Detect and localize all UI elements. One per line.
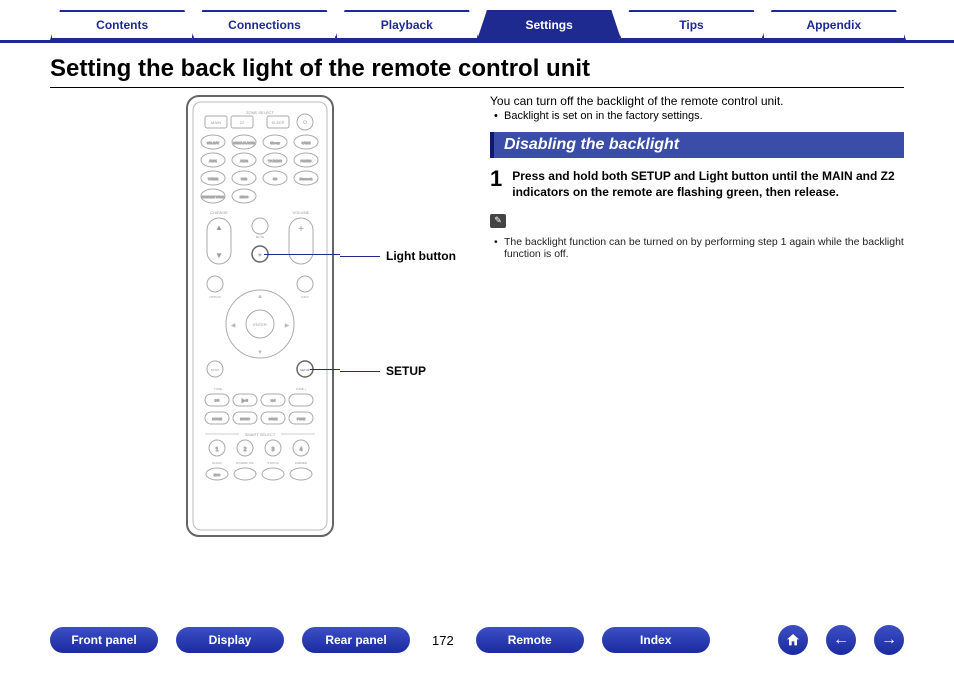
svg-text:HEOS: HEOS bbox=[240, 195, 249, 199]
page-title: Setting the back light of the remote con… bbox=[50, 43, 904, 88]
page-number: 172 bbox=[428, 633, 458, 648]
svg-text:+: + bbox=[298, 224, 304, 235]
svg-text:▲: ▲ bbox=[215, 223, 223, 232]
note-bullet: The backlight function can be turned on … bbox=[490, 236, 904, 260]
svg-text:AUX2: AUX2 bbox=[240, 159, 248, 163]
svg-text:▲: ▲ bbox=[257, 294, 263, 300]
home-button[interactable] bbox=[778, 625, 808, 655]
link-front-panel[interactable]: Front panel bbox=[50, 627, 158, 653]
svg-text:SMART SELECT: SMART SELECT bbox=[245, 432, 276, 437]
remote-diagram: ZONE SELECT MAIN Z2 SLEEP ⏻ CBL/SAT MEDI… bbox=[185, 94, 335, 539]
svg-text:GAME: GAME bbox=[269, 417, 278, 421]
svg-text:MEDIA PLAYER: MEDIA PLAYER bbox=[233, 141, 256, 145]
svg-text:INFO: INFO bbox=[301, 295, 309, 299]
svg-text:▶: ▶ bbox=[285, 323, 290, 329]
svg-text:BACK: BACK bbox=[211, 368, 219, 372]
svg-text:MUSIC: MUSIC bbox=[240, 417, 251, 421]
link-index[interactable]: Index bbox=[602, 627, 710, 653]
svg-text:◀: ◀ bbox=[231, 323, 236, 329]
tab-appendix[interactable]: Appendix bbox=[762, 10, 906, 40]
svg-text:MAIN: MAIN bbox=[211, 120, 221, 125]
svg-text:STATUS: STATUS bbox=[267, 461, 278, 465]
svg-text:−: − bbox=[298, 250, 304, 261]
tab-settings[interactable]: Settings bbox=[477, 10, 621, 40]
svg-text:PURE: PURE bbox=[297, 417, 305, 421]
svg-text:▼: ▼ bbox=[257, 350, 263, 356]
tab-contents[interactable]: Contents bbox=[50, 10, 194, 40]
svg-text:⏻: ⏻ bbox=[303, 120, 307, 126]
link-remote[interactable]: Remote bbox=[476, 627, 584, 653]
svg-text:ZONE SELECT: ZONE SELECT bbox=[246, 110, 274, 115]
svg-text:VOLUME: VOLUME bbox=[293, 210, 310, 215]
svg-text:PHONO: PHONO bbox=[300, 159, 312, 163]
svg-text:ENTER: ENTER bbox=[253, 322, 267, 327]
step-text: Press and hold both SETUP and Light butt… bbox=[512, 168, 904, 200]
next-page-button[interactable]: → bbox=[874, 625, 904, 655]
svg-text:TV AUDIO: TV AUDIO bbox=[268, 159, 283, 163]
bottom-nav: Front panel Display Rear panel 172 Remot… bbox=[0, 625, 954, 655]
section-header: Disabling the backlight bbox=[490, 132, 904, 158]
svg-text:CBL/SAT: CBL/SAT bbox=[207, 141, 219, 145]
svg-text:MOVIE: MOVIE bbox=[212, 417, 222, 421]
top-tabs: Contents Connections Playback Settings T… bbox=[0, 0, 954, 43]
svg-text:DYNAMIC VOL: DYNAMIC VOL bbox=[236, 461, 254, 465]
tab-playback[interactable]: Playback bbox=[335, 10, 479, 40]
svg-text:1: 1 bbox=[216, 447, 219, 453]
link-rear-panel[interactable]: Rear panel bbox=[302, 627, 410, 653]
svg-text:☀: ☀ bbox=[257, 252, 262, 259]
tab-connections[interactable]: Connections bbox=[192, 10, 336, 40]
callout-light-button: Light button bbox=[340, 249, 456, 263]
tab-tips[interactable]: Tips bbox=[619, 10, 763, 40]
link-display[interactable]: Display bbox=[176, 627, 284, 653]
svg-text:3: 3 bbox=[272, 447, 275, 453]
svg-text:2: 2 bbox=[244, 447, 247, 453]
svg-text:Bluetooth: Bluetooth bbox=[300, 177, 313, 181]
step-number: 1 bbox=[490, 168, 502, 200]
svg-text:TUNER: TUNER bbox=[208, 177, 219, 181]
svg-text:4: 4 bbox=[300, 447, 303, 453]
intro-text: You can turn off the backlight of the re… bbox=[490, 94, 904, 108]
svg-text:Z2: Z2 bbox=[240, 120, 245, 125]
step-1: 1 Press and hold both SETUP and Light bu… bbox=[490, 168, 904, 200]
svg-text:OPTION: OPTION bbox=[209, 295, 221, 299]
svg-text:M-DAX: M-DAX bbox=[212, 461, 222, 465]
intro-bullet: Backlight is set on in the factory setti… bbox=[490, 110, 904, 122]
svg-text:SLEEP: SLEEP bbox=[272, 120, 285, 125]
svg-text:TUNE +: TUNE + bbox=[296, 387, 307, 391]
svg-text:MUTE: MUTE bbox=[256, 235, 265, 239]
svg-text:⏮: ⏮ bbox=[215, 398, 220, 404]
svg-text:Blu-ray: Blu-ray bbox=[270, 141, 280, 145]
svg-text:USB: USB bbox=[241, 177, 247, 181]
svg-text:AUX1: AUX1 bbox=[209, 159, 217, 163]
svg-text:DIMMER: DIMMER bbox=[295, 461, 308, 465]
leader-line bbox=[310, 369, 340, 370]
svg-text:ECO: ECO bbox=[214, 473, 221, 477]
callout-setup: SETUP bbox=[340, 364, 426, 378]
svg-text:GAME: GAME bbox=[302, 141, 311, 145]
svg-text:SETUP: SETUP bbox=[300, 368, 310, 372]
svg-text:⏭: ⏭ bbox=[271, 398, 276, 404]
svg-text:CH/PAGE: CH/PAGE bbox=[210, 210, 228, 215]
svg-text:TUNE -: TUNE - bbox=[214, 387, 224, 391]
note-icon: ✎ bbox=[490, 214, 506, 228]
prev-page-button[interactable]: ← bbox=[826, 625, 856, 655]
svg-text:▶⏸: ▶⏸ bbox=[242, 398, 249, 404]
svg-text:▼: ▼ bbox=[215, 251, 223, 260]
leader-line bbox=[264, 254, 340, 255]
svg-text:INTERNET RADIO: INTERNET RADIO bbox=[201, 195, 225, 199]
